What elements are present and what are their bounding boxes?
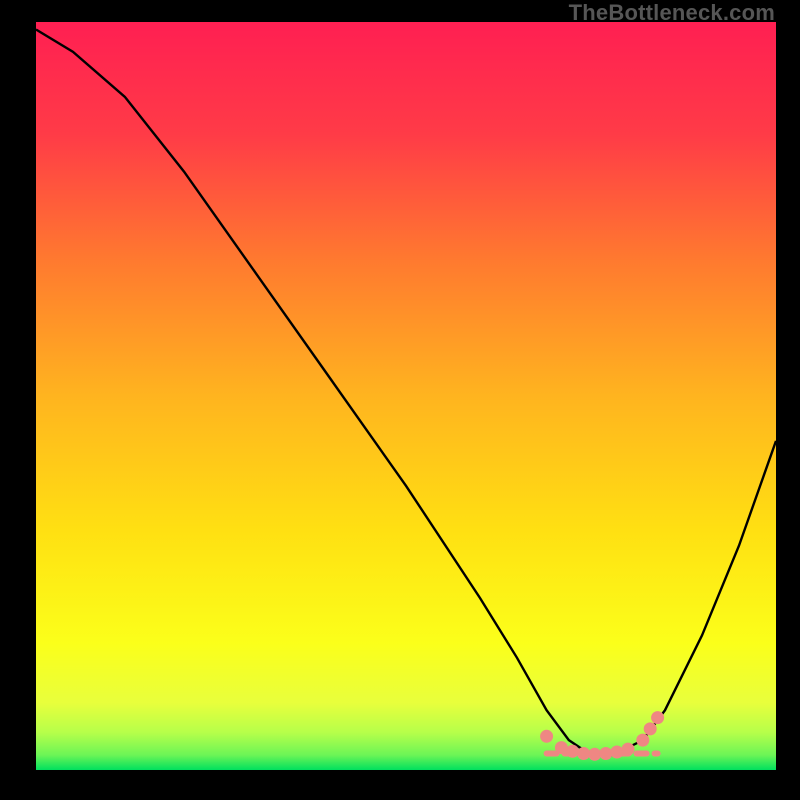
optimal-marker-dot: [651, 711, 664, 724]
bottleneck-chart: [36, 22, 776, 770]
optimal-marker-dot: [610, 746, 623, 759]
optimal-marker-dot: [599, 747, 612, 760]
optimal-marker-dot: [577, 747, 590, 760]
chart-frame: [36, 22, 776, 770]
optimal-marker-dot: [555, 741, 568, 754]
optimal-marker-dot: [588, 748, 601, 761]
optimal-marker-dot: [540, 730, 553, 743]
gradient-background: [36, 22, 776, 770]
optimal-marker-dot: [636, 734, 649, 747]
optimal-marker-dot: [566, 745, 579, 758]
optimal-marker-dot: [622, 743, 635, 756]
optimal-marker-dot: [644, 722, 657, 735]
